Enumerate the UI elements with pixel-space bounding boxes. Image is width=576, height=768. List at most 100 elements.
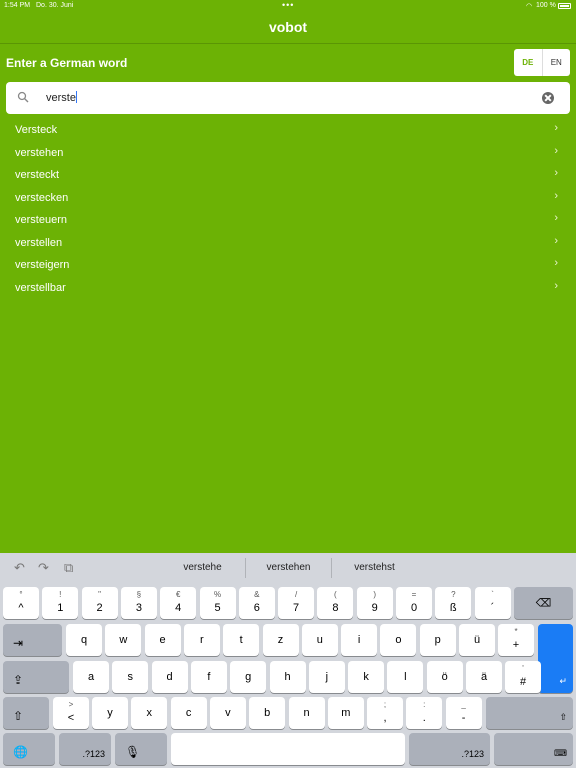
key-w[interactable]: w bbox=[105, 624, 142, 656]
delete-key[interactable]: ⌫ bbox=[514, 587, 573, 619]
key-label: a bbox=[87, 671, 95, 683]
key-alt-label: € bbox=[175, 590, 181, 599]
key-p[interactable]: p bbox=[419, 624, 456, 656]
key-u[interactable]: u bbox=[301, 624, 338, 656]
key-less-than[interactable]: > < bbox=[53, 697, 89, 729]
key-ö[interactable]: ö bbox=[426, 661, 463, 693]
result-item[interactable]: Versteck › bbox=[0, 120, 576, 143]
result-item[interactable]: verstehen › bbox=[0, 143, 576, 166]
return-key[interactable]: ↵ bbox=[538, 624, 573, 693]
key-y[interactable]: y bbox=[92, 697, 128, 729]
key-label: . bbox=[422, 712, 426, 724]
key-e[interactable]: e bbox=[144, 624, 181, 656]
key-f[interactable]: f bbox=[190, 661, 227, 693]
result-item[interactable]: versteigern › bbox=[0, 255, 576, 278]
paste-icon[interactable]: ⧉ bbox=[64, 560, 73, 576]
key-´[interactable]: ` ´ bbox=[474, 587, 511, 619]
undo-icon[interactable]: ↶ bbox=[14, 560, 25, 576]
key-n[interactable]: n bbox=[288, 697, 325, 729]
key-2[interactable]: " 2 bbox=[81, 587, 118, 619]
result-item[interactable]: versteuern › bbox=[0, 210, 576, 233]
result-item[interactable]: verstecken › bbox=[0, 188, 576, 211]
key-label: y bbox=[107, 707, 113, 719]
key-j[interactable]: j bbox=[308, 661, 345, 693]
key-period[interactable]: :. bbox=[406, 697, 443, 729]
key-ü[interactable]: ü bbox=[459, 624, 495, 656]
result-item[interactable]: verstellen › bbox=[0, 233, 576, 256]
search-input[interactable]: verste bbox=[46, 91, 77, 104]
key-dash[interactable]: _ - bbox=[445, 697, 482, 729]
key-label: k bbox=[363, 671, 369, 683]
key-label: r bbox=[200, 634, 204, 646]
key-i[interactable]: i bbox=[341, 624, 378, 656]
shift-left-key[interactable]: ⇧ bbox=[3, 697, 49, 729]
language-option-en[interactable]: EN bbox=[543, 49, 571, 76]
key-alt-label: ; bbox=[383, 700, 387, 709]
key-hash[interactable]: ' # bbox=[505, 661, 541, 693]
key-4[interactable]: €4 bbox=[160, 587, 197, 619]
caps-lock-key[interactable]: ⇪ bbox=[3, 661, 69, 693]
key-8[interactable]: (8 bbox=[317, 587, 354, 619]
shift-icon: ⇧ bbox=[559, 712, 567, 722]
space-bar[interactable] bbox=[171, 733, 405, 765]
key-x[interactable]: x bbox=[131, 697, 168, 729]
key-q[interactable]: q bbox=[66, 624, 102, 656]
key-ß[interactable]: ? ß bbox=[435, 587, 472, 619]
key-b[interactable]: b bbox=[249, 697, 286, 729]
clear-search-icon[interactable] bbox=[542, 92, 554, 104]
tab-key[interactable]: ⇥ bbox=[3, 624, 62, 656]
shift-right-key[interactable]: ⇧ bbox=[486, 697, 573, 729]
key-ä[interactable]: ä bbox=[466, 661, 502, 693]
key-m[interactable]: m bbox=[327, 697, 364, 729]
key-plus[interactable]: * + bbox=[498, 624, 534, 656]
redo-icon[interactable]: ↷ bbox=[38, 560, 49, 576]
key-0[interactable]: = 0 bbox=[396, 587, 432, 619]
key-o[interactable]: o bbox=[380, 624, 417, 656]
key-v[interactable]: v bbox=[209, 697, 246, 729]
battery-percentage: 100 % bbox=[536, 2, 556, 9]
key-t[interactable]: t bbox=[223, 624, 260, 656]
key-label: < bbox=[67, 712, 75, 724]
key-label: p bbox=[434, 634, 441, 646]
key-alt-label: % bbox=[213, 590, 222, 599]
key-l[interactable]: l bbox=[387, 661, 424, 693]
globe-key[interactable]: 🌐 bbox=[3, 733, 55, 765]
result-item[interactable]: verstellbar › bbox=[0, 278, 576, 301]
key-comma[interactable]: ;, bbox=[367, 697, 403, 729]
key-label: ß bbox=[449, 602, 457, 614]
suggestion-3[interactable]: verstehst bbox=[332, 562, 417, 573]
suggestion-1[interactable]: verstehe bbox=[160, 562, 245, 573]
key-1[interactable]: ! 1 bbox=[42, 587, 79, 619]
key-label: g bbox=[245, 671, 252, 683]
key-k[interactable]: k bbox=[348, 661, 385, 693]
key-a[interactable]: a bbox=[73, 661, 109, 693]
key-7[interactable]: /7 bbox=[278, 587, 315, 619]
key-^[interactable]: ° ^ bbox=[3, 587, 39, 619]
key-h[interactable]: h bbox=[269, 661, 306, 693]
key-c[interactable]: c bbox=[170, 697, 207, 729]
language-toggle[interactable]: DE EN bbox=[514, 49, 570, 76]
numbers-key-right[interactable]: .?123 bbox=[409, 733, 490, 765]
key-g[interactable]: g bbox=[230, 661, 267, 693]
language-option-de[interactable]: DE bbox=[514, 49, 543, 76]
numbers-key-left[interactable]: .?123 bbox=[59, 733, 111, 765]
key-label: ^ bbox=[18, 602, 24, 614]
key-alt-label: " bbox=[98, 590, 102, 599]
key-5[interactable]: % 5 bbox=[199, 587, 236, 619]
result-item[interactable]: versteckt › bbox=[0, 165, 576, 188]
result-word: versteckt bbox=[15, 169, 60, 181]
key-6[interactable]: & 6 bbox=[238, 587, 275, 619]
key-s[interactable]: s bbox=[112, 661, 149, 693]
result-word: verstecken bbox=[15, 191, 69, 204]
key-9[interactable]: ) 9 bbox=[356, 587, 393, 619]
key-r[interactable]: r bbox=[183, 624, 220, 656]
key-d[interactable]: d bbox=[151, 661, 188, 693]
suggestion-2[interactable]: verstehen bbox=[246, 562, 331, 573]
key-z[interactable]: z bbox=[262, 624, 299, 656]
key-label: + bbox=[512, 639, 520, 651]
key-3[interactable]: § 3 bbox=[120, 587, 157, 619]
search-field[interactable]: verste bbox=[6, 82, 570, 114]
dictation-key[interactable]: 🎙 bbox=[115, 733, 167, 765]
multitasking-dots-icon[interactable]: ••• bbox=[282, 0, 294, 10]
hide-keyboard-key[interactable]: ⌨ bbox=[494, 733, 573, 765]
